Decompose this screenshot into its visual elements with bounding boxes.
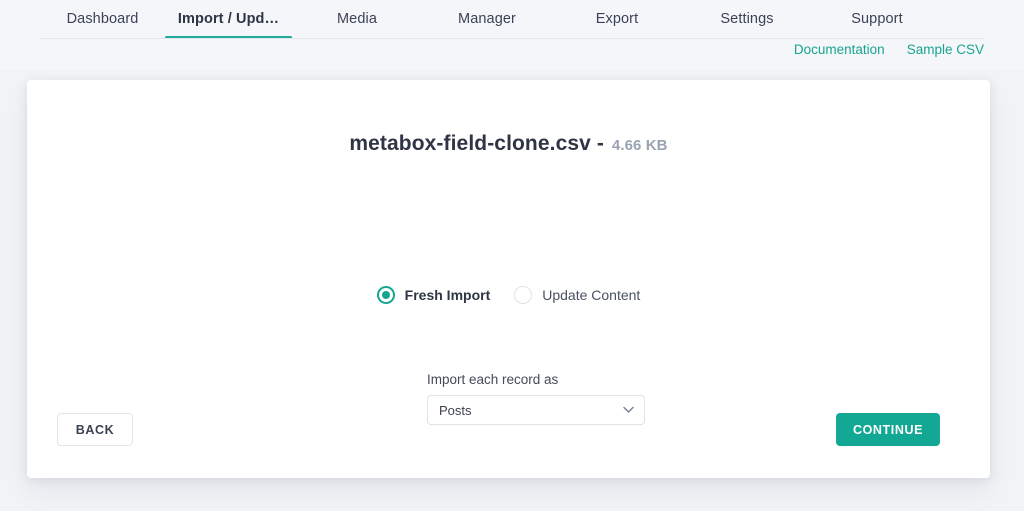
tab-export-label: Export	[596, 11, 639, 27]
continue-button-label: CONTINUE	[853, 423, 923, 437]
radio-option-fresh-import[interactable]: Fresh Import	[377, 286, 491, 304]
documentation-link[interactable]: Documentation	[794, 42, 885, 57]
continue-button[interactable]: CONTINUE	[836, 413, 940, 446]
back-button-label: BACK	[76, 423, 115, 437]
header-links: Documentation Sample CSV	[794, 42, 984, 57]
tab-dashboard[interactable]: Dashboard	[40, 0, 165, 38]
uploaded-file-title: metabox-field-clone.csv - 4.66 KB	[27, 132, 990, 156]
app-header: Dashboard Import / Upd… Media Manager Ex…	[0, 0, 1024, 70]
record-type-selected-value: Posts	[439, 403, 472, 418]
record-type-select-wrapper: Posts	[427, 395, 645, 425]
tab-manager-label: Manager	[458, 11, 516, 27]
back-button[interactable]: BACK	[57, 413, 133, 446]
radio-unselected-icon[interactable]	[514, 286, 532, 304]
tab-support-label: Support	[851, 11, 903, 27]
tab-settings[interactable]: Settings	[682, 0, 812, 38]
tab-manager[interactable]: Manager	[422, 0, 552, 38]
tab-media[interactable]: Media	[292, 0, 422, 38]
main-tab-bar: Dashboard Import / Upd… Media Manager Ex…	[40, 0, 984, 38]
radio-label-update-content: Update Content	[542, 287, 640, 303]
tab-settings-label: Settings	[720, 11, 773, 27]
radio-option-update-content[interactable]: Update Content	[514, 286, 640, 304]
tab-export[interactable]: Export	[552, 0, 682, 38]
record-type-label: Import each record as	[427, 372, 647, 387]
record-type-select[interactable]: Posts	[427, 395, 645, 425]
file-title-separator: -	[597, 132, 604, 155]
file-size: 4.66 KB	[612, 137, 668, 154]
tab-dashboard-label: Dashboard	[67, 11, 139, 27]
file-name: metabox-field-clone.csv	[349, 132, 591, 155]
radio-selected-icon[interactable]	[377, 286, 395, 304]
tab-bar-divider	[40, 38, 984, 39]
import-step-card: metabox-field-clone.csv - 4.66 KB Fresh …	[27, 80, 990, 478]
tab-support[interactable]: Support	[812, 0, 942, 38]
radio-label-fresh-import: Fresh Import	[405, 287, 491, 303]
tab-media-label: Media	[337, 11, 377, 27]
import-mode-radio-group: Fresh Import Update Content	[27, 286, 990, 304]
record-type-field: Import each record as Posts	[427, 372, 647, 425]
tab-import-update[interactable]: Import / Upd…	[165, 0, 292, 38]
tab-import-update-label: Import / Upd…	[178, 11, 279, 27]
sample-csv-link[interactable]: Sample CSV	[907, 42, 984, 57]
